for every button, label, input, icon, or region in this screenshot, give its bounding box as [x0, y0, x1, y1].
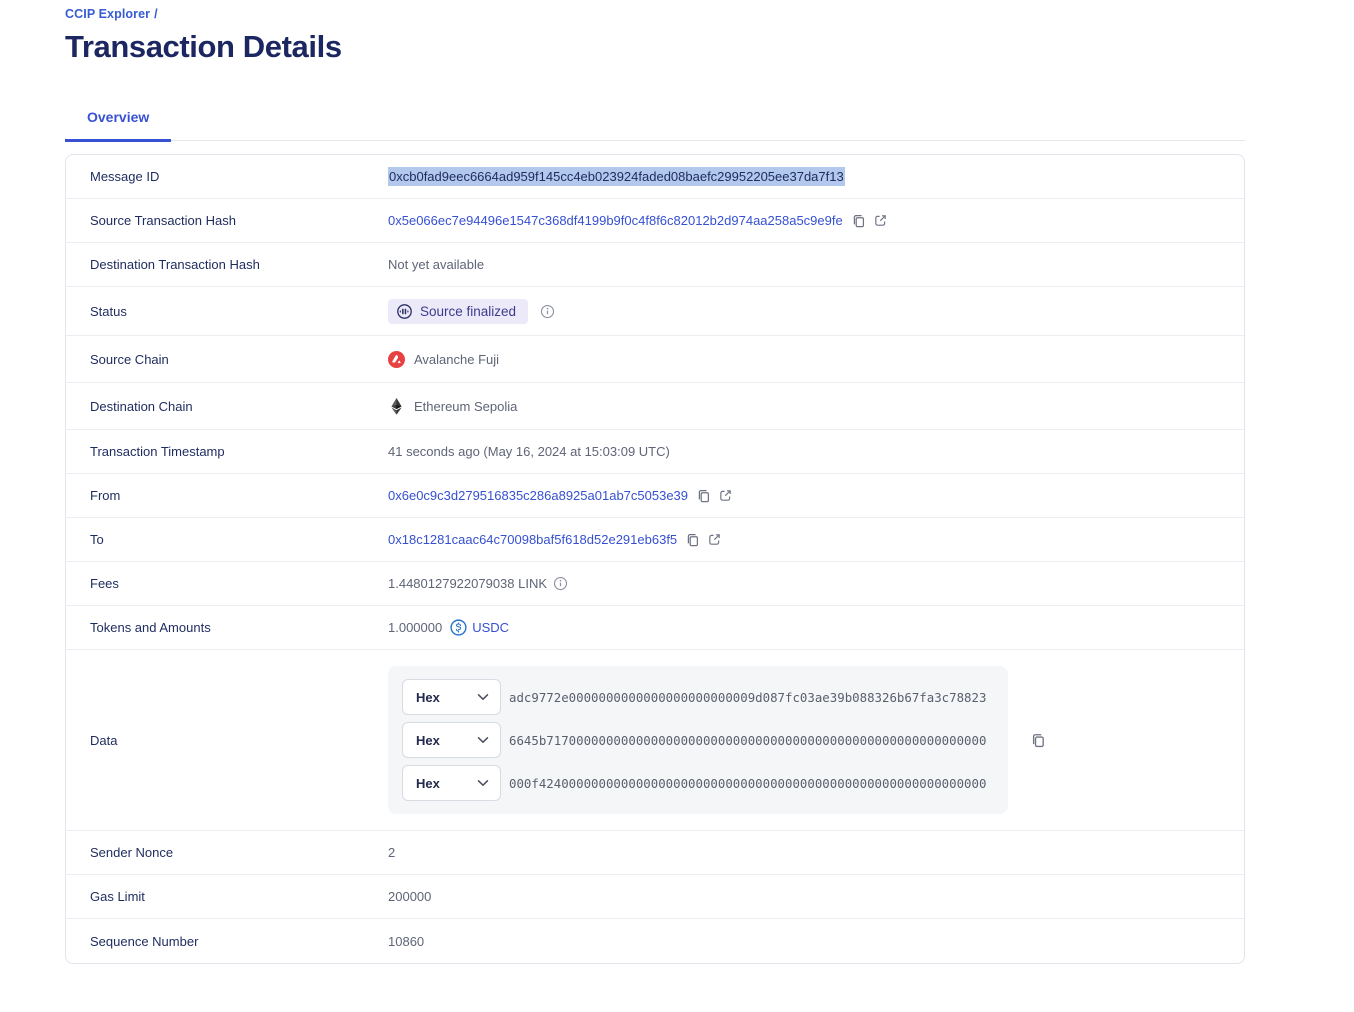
row-label: Data — [66, 733, 388, 748]
token-symbol: USDC — [472, 620, 509, 635]
ethereum-chain-icon — [388, 398, 405, 415]
copy-icon[interactable] — [696, 488, 712, 504]
finality-status-icon — [396, 303, 413, 320]
row-gas-limit: Gas Limit 200000 — [66, 875, 1244, 919]
row-label: Sequence Number — [66, 934, 388, 949]
sender-nonce-value: 2 — [388, 845, 395, 860]
transaction-details-card: Message ID 0xcb0fad9eec6664ad959f145cc4e… — [65, 154, 1245, 964]
data-line: Hex 000f42400000000000000000000000000000… — [402, 765, 994, 801]
row-label: To — [66, 532, 388, 547]
row-label: Sender Nonce — [66, 845, 388, 860]
info-icon[interactable] — [540, 304, 555, 319]
row-transaction-timestamp: Transaction Timestamp 41 seconds ago (Ma… — [66, 430, 1244, 474]
row-fees: Fees 1.4480127922079038 LINK — [66, 562, 1244, 606]
source-tx-hash-link[interactable]: 0x5e066ec7e94496e1547c368df4199b9f0c4f8f… — [388, 213, 843, 228]
row-label: Fees — [66, 576, 388, 591]
row-destination-transaction-hash: Destination Transaction Hash Not yet ava… — [66, 243, 1244, 287]
breadcrumb: CCIP Explorer / — [65, 7, 1245, 21]
active-tab-indicator — [65, 139, 171, 142]
page-title: Transaction Details — [65, 29, 1245, 65]
status-badge: Source finalized — [388, 299, 528, 324]
row-tokens-and-amounts: Tokens and Amounts 1.000000 USDC — [66, 606, 1244, 650]
row-label: Destination Transaction Hash — [66, 257, 388, 272]
avalanche-chain-icon — [388, 351, 405, 368]
data-hex-line: adc9772e0000000000000000000000009d087fc0… — [509, 690, 986, 705]
info-icon[interactable] — [553, 576, 568, 591]
row-from: From 0x6e0c9c3d279516835c286a8925a01ab7c… — [66, 474, 1244, 518]
destination-chain-value: Ethereum Sepolia — [388, 398, 517, 415]
token-link[interactable]: USDC — [450, 619, 509, 636]
to-address-link[interactable]: 0x18c1281caac64c70098baf5f618d52e291eb63… — [388, 532, 677, 547]
token-amount: 1.000000 — [388, 620, 442, 635]
chevron-down-icon — [477, 736, 489, 744]
row-label: Source Transaction Hash — [66, 213, 388, 228]
from-address-link[interactable]: 0x6e0c9c3d279516835c286a8925a01ab7c5053e… — [388, 488, 688, 503]
row-sender-nonce: Sender Nonce 2 — [66, 831, 1244, 875]
data-line: Hex 6645b7170000000000000000000000000000… — [402, 722, 994, 758]
row-message-id: Message ID 0xcb0fad9eec6664ad959f145cc4e… — [66, 155, 1244, 199]
row-destination-chain: Destination Chain Ethereum Sepolia — [66, 383, 1244, 430]
destination-tx-hash-value: Not yet available — [388, 257, 484, 272]
copy-icon[interactable] — [851, 213, 867, 229]
external-link-icon[interactable] — [873, 213, 888, 228]
usdc-token-icon — [450, 619, 467, 636]
row-source-transaction-hash: Source Transaction Hash 0x5e066ec7e94496… — [66, 199, 1244, 243]
row-to: To 0x18c1281caac64c70098baf5f618d52e291e… — [66, 518, 1244, 562]
data-format-select[interactable]: Hex — [402, 722, 501, 758]
row-source-chain: Source Chain Avalanche Fuji — [66, 336, 1244, 383]
row-label: Message ID — [66, 169, 388, 184]
gas-limit-value: 200000 — [388, 889, 431, 904]
source-chain-name: Avalanche Fuji — [414, 352, 499, 367]
message-id-value: 0xcb0fad9eec6664ad959f145cc4eb023924fade… — [388, 167, 845, 186]
sequence-number-value: 10860 — [388, 934, 424, 949]
row-label: Status — [66, 304, 388, 319]
transaction-details-page: CCIP Explorer / Transaction Details Overv… — [0, 0, 1245, 964]
row-label: Transaction Timestamp — [66, 444, 388, 459]
row-label: Destination Chain — [66, 399, 388, 414]
row-label: From — [66, 488, 388, 503]
source-chain-value: Avalanche Fuji — [388, 351, 499, 368]
data-hex-line: 000f424000000000000000000000000000000000… — [509, 776, 986, 791]
breadcrumb-ccip-explorer-link[interactable]: CCIP Explorer — [65, 7, 150, 21]
timestamp-value: 41 seconds ago (May 16, 2024 at 15:03:09… — [388, 444, 670, 459]
breadcrumb-separator: / — [154, 7, 158, 21]
data-hex-line: 6645b71700000000000000000000000000000000… — [509, 733, 986, 748]
external-link-icon[interactable] — [707, 532, 722, 547]
row-sequence-number: Sequence Number 10860 — [66, 919, 1244, 963]
row-data: Data Hex adc9772e00000000000000000000000… — [66, 650, 1244, 831]
row-status: Status Source finalized — [66, 287, 1244, 336]
data-line: Hex adc9772e0000000000000000000000009d08… — [402, 679, 994, 715]
fees-value: 1.4480127922079038 LINK — [388, 576, 547, 591]
status-badge-label: Source finalized — [420, 304, 516, 319]
copy-icon[interactable] — [685, 532, 701, 548]
chevron-down-icon — [477, 693, 489, 701]
data-format-select[interactable]: Hex — [402, 679, 501, 715]
chevron-down-icon — [477, 779, 489, 787]
data-panel: Hex adc9772e0000000000000000000000009d08… — [388, 666, 1008, 814]
row-label: Source Chain — [66, 352, 388, 367]
row-label: Tokens and Amounts — [66, 620, 388, 635]
destination-chain-name: Ethereum Sepolia — [414, 399, 517, 414]
tab-overview[interactable]: Overview — [65, 109, 171, 140]
data-format-select[interactable]: Hex — [402, 765, 501, 801]
tab-bar: Overview — [65, 109, 1245, 141]
copy-icon[interactable] — [1030, 732, 1047, 749]
row-label: Gas Limit — [66, 889, 388, 904]
external-link-icon[interactable] — [718, 488, 733, 503]
